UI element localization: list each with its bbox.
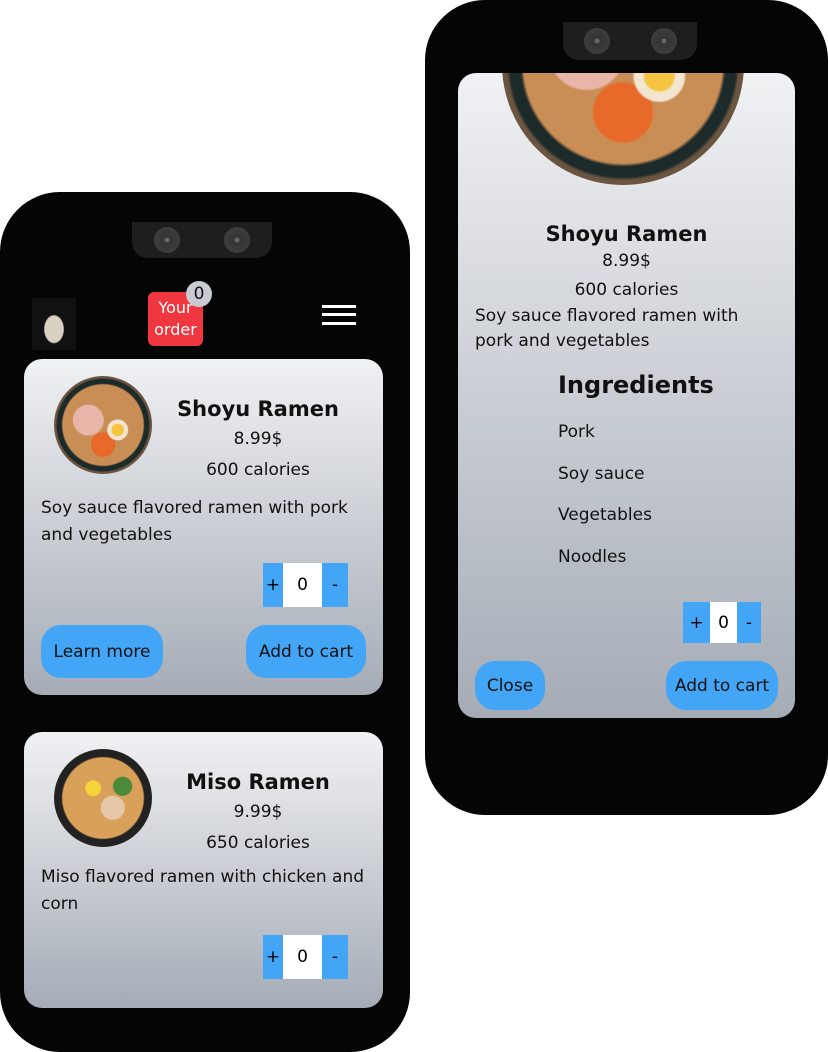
- quantity-stepper: + 0 -: [263, 935, 348, 979]
- add-to-cart-button[interactable]: Add to cart: [666, 661, 778, 710]
- quantity-value[interactable]: 0: [283, 935, 322, 979]
- miso-ramen-image: [54, 749, 152, 847]
- learn-more-button[interactable]: Learn more: [41, 625, 163, 678]
- shoyu-ramen-image: [502, 73, 744, 185]
- quantity-stepper: + 0 -: [263, 563, 348, 607]
- quantity-stepper: + 0 -: [683, 602, 761, 643]
- camera-icon: [583, 28, 610, 54]
- detail-calories: 600 calories: [574, 280, 679, 300]
- ingredient-item: Noodles: [558, 547, 627, 567]
- menu-card-shoyu: Shoyu Ramen 8.99$ 600 calories Soy sauce…: [24, 359, 383, 695]
- increment-button[interactable]: +: [263, 563, 283, 607]
- close-button[interactable]: Close: [475, 661, 545, 710]
- card-price: 9.99$: [233, 802, 283, 822]
- detail-title: Shoyu Ramen: [545, 222, 708, 246]
- camera-icon: [650, 28, 677, 54]
- card-description: Miso flavored ramen with chicken and cor…: [41, 867, 365, 914]
- ingredient-item: Soy sauce: [558, 464, 645, 484]
- shoyu-ramen-image: [54, 376, 152, 474]
- add-to-cart-button[interactable]: Add to cart: [246, 625, 366, 678]
- increment-button[interactable]: +: [263, 935, 283, 979]
- quantity-value[interactable]: 0: [283, 563, 322, 607]
- menu-card-miso: Miso Ramen 9.99$ 650 calories Miso flavo…: [24, 732, 383, 1008]
- order-count-badge: 0: [186, 281, 212, 307]
- notch: [563, 22, 697, 60]
- camera-icon: [154, 227, 180, 253]
- hamburger-menu-icon[interactable]: [322, 305, 356, 325]
- decrement-button[interactable]: -: [322, 563, 348, 607]
- ingredients-heading: Ingredients: [558, 371, 714, 399]
- detail-description: Soy sauce flavored ramen with pork and v…: [475, 306, 739, 351]
- ingredient-item: Pork: [558, 422, 595, 442]
- card-calories: 650 calories: [206, 833, 310, 853]
- detail-price: 8.99$: [602, 251, 651, 271]
- camera-icon: [224, 227, 250, 253]
- decrement-button[interactable]: -: [737, 602, 761, 643]
- notch: [132, 222, 272, 258]
- detail-modal: Shoyu Ramen 8.99$ 600 calories Soy sauce…: [458, 73, 795, 718]
- increment-button[interactable]: +: [683, 602, 710, 643]
- decrement-button[interactable]: -: [322, 935, 348, 979]
- card-price: 8.99$: [233, 429, 283, 449]
- card-description: Soy sauce flavored ramen with pork and v…: [41, 498, 348, 545]
- card-title: Miso Ramen: [186, 770, 330, 794]
- chef-logo[interactable]: [32, 298, 76, 350]
- ingredient-item: Vegetables: [558, 505, 652, 525]
- quantity-value[interactable]: 0: [710, 602, 737, 643]
- card-title: Shoyu Ramen: [177, 397, 339, 421]
- card-calories: 600 calories: [206, 460, 310, 480]
